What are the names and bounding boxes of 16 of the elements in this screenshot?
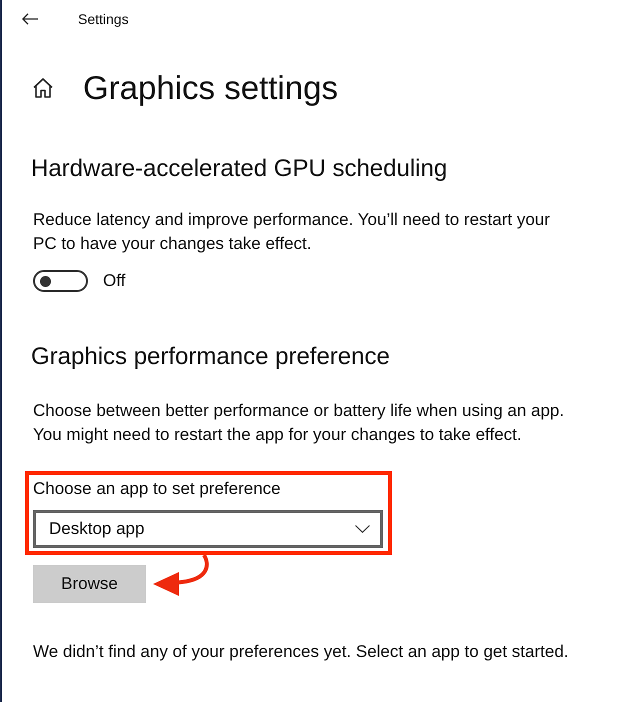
app-type-dropdown[interactable]: Desktop app [33, 510, 383, 548]
description-text: Reduce latency and improve performance. You’ll need to restart your PC to have your changes take effect. [33, 209, 551, 255]
section-heading: Hardware-accelerated GPU scheduling [31, 154, 448, 184]
toggle-state-label: Off [103, 271, 126, 291]
browse-button[interactable]: Browse [33, 565, 146, 603]
back-arrow-icon[interactable] [22, 13, 38, 25]
dropdown-value: Desktop app [49, 519, 144, 539]
toggle-switch[interactable] [33, 270, 88, 292]
page-title: Graphics settings [83, 68, 338, 108]
window-title: Settings [78, 11, 129, 27]
chevron-down-icon[interactable] [355, 525, 370, 533]
empty-preferences-message: We didn’t find any of your preferences yet. Select an app to get started. [33, 641, 570, 663]
dropdown-label: Choose an app to set preference [33, 479, 282, 499]
section-heading: Graphics performance preference [31, 342, 391, 372]
home-icon[interactable] [33, 78, 53, 98]
description-text: Choose between better performance or battery life when using an app. You might need to restart the app for your changes to take effect. [33, 400, 566, 446]
